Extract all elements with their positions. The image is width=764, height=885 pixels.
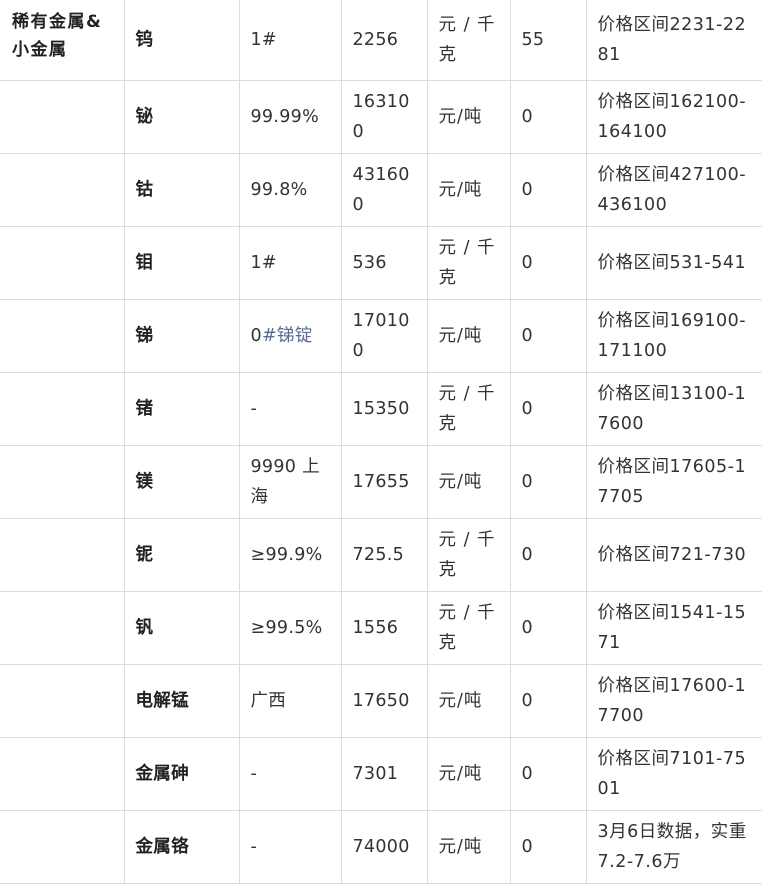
metal-name: 镁 bbox=[123, 445, 240, 519]
unit-cell: 元 / 千克 bbox=[426, 226, 511, 300]
spec-cell: - bbox=[238, 810, 342, 884]
unit-cell: 元/吨 bbox=[426, 80, 511, 154]
category-cell-empty bbox=[0, 591, 125, 665]
metal-name: 钴 bbox=[123, 153, 240, 227]
table-row: 金属铬 - 74000 元/吨 0 3月6日数据，实重7.2-7.6万 bbox=[0, 810, 762, 884]
change-cell: 0 bbox=[509, 591, 587, 665]
metal-name: 铋 bbox=[123, 80, 240, 154]
range-cell: 价格区间162100-164100 bbox=[585, 80, 762, 154]
price-cell: 431600 bbox=[340, 153, 428, 227]
unit-cell: 元/吨 bbox=[426, 153, 511, 227]
range-cell: 价格区间721-730 bbox=[585, 518, 762, 592]
spec-cell: 99.99% bbox=[238, 80, 342, 154]
category-cell-empty bbox=[0, 299, 125, 373]
metal-name: 金属砷 bbox=[123, 737, 240, 811]
category-cell-empty bbox=[0, 80, 125, 154]
table-row: 金属砷 - 7301 元/吨 0 价格区间7101-7501 bbox=[0, 737, 762, 811]
category-cell-empty bbox=[0, 153, 125, 227]
table-row: 镁 9990 上海 17655 元/吨 0 价格区间17605-17705 bbox=[0, 445, 762, 519]
change-cell: 0 bbox=[509, 299, 587, 373]
unit-cell: 元 / 千克 bbox=[426, 372, 511, 446]
spec-cell: 广西 bbox=[238, 664, 342, 738]
change-cell: 0 bbox=[509, 664, 587, 738]
table-row: 铌 ≥99.9% 725.5 元 / 千克 0 价格区间721-730 bbox=[0, 518, 762, 592]
unit-cell: 元/吨 bbox=[426, 445, 511, 519]
price-cell: 7301 bbox=[340, 737, 428, 811]
table-row: 锗 - 15350 元 / 千克 0 价格区间13100-17600 bbox=[0, 372, 762, 446]
spec-cell: - bbox=[238, 737, 342, 811]
range-cell: 价格区间17605-17705 bbox=[585, 445, 762, 519]
price-cell: 536 bbox=[340, 226, 428, 300]
change-cell: 0 bbox=[509, 445, 587, 519]
range-cell: 价格区间7101-7501 bbox=[585, 737, 762, 811]
metal-name: 金属铬 bbox=[123, 810, 240, 884]
range-cell: 价格区间2231-2281 bbox=[585, 0, 762, 81]
change-cell: 0 bbox=[509, 737, 587, 811]
range-cell: 3月6日数据，实重7.2-7.6万 bbox=[585, 810, 762, 884]
change-cell: 0 bbox=[509, 518, 587, 592]
price-cell: 170100 bbox=[340, 299, 428, 373]
change-cell: 0 bbox=[509, 153, 587, 227]
table-row: 钒 ≥99.5% 1556 元 / 千克 0 价格区间1541-1571 bbox=[0, 591, 762, 665]
price-cell: 15350 bbox=[340, 372, 428, 446]
unit-cell: 元/吨 bbox=[426, 810, 511, 884]
range-cell: 价格区间13100-17600 bbox=[585, 372, 762, 446]
change-cell: 0 bbox=[509, 226, 587, 300]
metal-name: 铌 bbox=[123, 518, 240, 592]
range-cell: 价格区间17600-17700 bbox=[585, 664, 762, 738]
spec-cell: 9990 上海 bbox=[238, 445, 342, 519]
metal-name: 电解锰 bbox=[123, 664, 240, 738]
change-cell: 0 bbox=[509, 80, 587, 154]
metal-name: 钒 bbox=[123, 591, 240, 665]
price-cell: 74000 bbox=[340, 810, 428, 884]
price-cell: 725.5 bbox=[340, 518, 428, 592]
unit-cell: 元 / 千克 bbox=[426, 518, 511, 592]
change-cell: 0 bbox=[509, 810, 587, 884]
category-cell-empty bbox=[0, 737, 125, 811]
range-cell: 价格区间1541-1571 bbox=[585, 591, 762, 665]
spec-cell: 1# bbox=[238, 0, 342, 81]
category-label: 稀有金属& 小金属 bbox=[0, 0, 125, 81]
unit-cell: 元 / 千克 bbox=[426, 591, 511, 665]
table-row: 钴 99.8% 431600 元/吨 0 价格区间427100-436100 bbox=[0, 153, 762, 227]
price-cell: 17650 bbox=[340, 664, 428, 738]
range-cell: 价格区间169100-171100 bbox=[585, 299, 762, 373]
category-cell-empty bbox=[0, 445, 125, 519]
change-cell: 55 bbox=[509, 0, 587, 81]
range-cell: 价格区间531-541 bbox=[585, 226, 762, 300]
table-row: 锑 0#锑锭 170100 元/吨 0 价格区间169100-171100 bbox=[0, 299, 762, 373]
price-table: 稀有金属& 小金属 钨 1# 2256 元 / 千克 55 价格区间2231-2… bbox=[0, 0, 762, 884]
spec-cell: - bbox=[238, 372, 342, 446]
spec-cell: 99.8% bbox=[238, 153, 342, 227]
category-cell-empty bbox=[0, 664, 125, 738]
metal-name: 锗 bbox=[123, 372, 240, 446]
spec-cell: 0#锑锭 bbox=[238, 299, 342, 373]
spec-link[interactable]: #锑锭 bbox=[262, 326, 313, 346]
price-cell: 1556 bbox=[340, 591, 428, 665]
category-cell-empty bbox=[0, 226, 125, 300]
unit-cell: 元/吨 bbox=[426, 664, 511, 738]
table-row: 稀有金属& 小金属 钨 1# 2256 元 / 千克 55 价格区间2231-2… bbox=[0, 0, 762, 81]
price-cell: 2256 bbox=[340, 0, 428, 81]
change-cell: 0 bbox=[509, 372, 587, 446]
table-row: 电解锰 广西 17650 元/吨 0 价格区间17600-17700 bbox=[0, 664, 762, 738]
category-cell-empty bbox=[0, 810, 125, 884]
metal-name: 钼 bbox=[123, 226, 240, 300]
unit-cell: 元/吨 bbox=[426, 299, 511, 373]
table-row: 铋 99.99% 163100 元/吨 0 价格区间162100-164100 bbox=[0, 80, 762, 154]
spec-cell: ≥99.9% bbox=[238, 518, 342, 592]
price-cell: 163100 bbox=[340, 80, 428, 154]
range-cell: 价格区间427100-436100 bbox=[585, 153, 762, 227]
unit-cell: 元 / 千克 bbox=[426, 0, 511, 81]
table-row: 钼 1# 536 元 / 千克 0 价格区间531-541 bbox=[0, 226, 762, 300]
price-cell: 17655 bbox=[340, 445, 428, 519]
spec-cell: 1# bbox=[238, 226, 342, 300]
category-cell-empty bbox=[0, 518, 125, 592]
unit-cell: 元/吨 bbox=[426, 737, 511, 811]
spec-prefix: 0 bbox=[250, 326, 262, 346]
metal-name: 钨 bbox=[123, 0, 240, 81]
spec-cell: ≥99.5% bbox=[238, 591, 342, 665]
metal-name: 锑 bbox=[123, 299, 240, 373]
category-cell-empty bbox=[0, 372, 125, 446]
